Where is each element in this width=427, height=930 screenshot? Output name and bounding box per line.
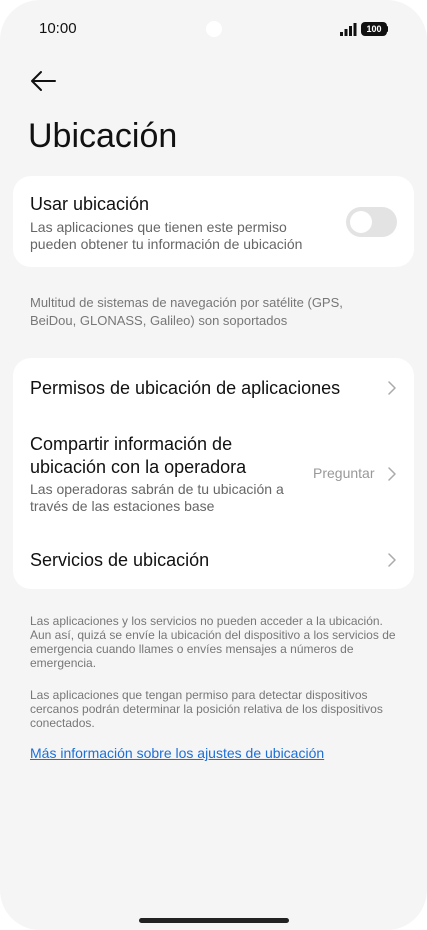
carrier-sharing-value: Preguntar <box>313 465 375 481</box>
location-services-label: Servicios de ubicación <box>30 550 210 570</box>
use-location-title: Usar ubicación <box>30 194 150 214</box>
camera-cutout <box>206 21 222 37</box>
carrier-sharing-sub-line2: través de las estaciones base <box>30 498 215 514</box>
gnss-note-line1: Multitud de sistemas de navegación por s… <box>30 295 343 310</box>
use-location-subtitle-line1: Las aplicaciones que tienen este permiso <box>30 219 287 235</box>
carrier-location-sharing-row[interactable]: Compartir información de ubicación con l… <box>13 420 414 530</box>
page-title: Ubicación <box>28 117 178 155</box>
chevron-right-icon <box>388 467 396 481</box>
battery-tip <box>386 26 388 32</box>
use-location-subtitle-line2: pueden obtener tu información de ubicaci… <box>30 236 303 252</box>
status-bar: 10:00 100 <box>0 0 427 60</box>
home-indicator[interactable] <box>139 918 289 923</box>
location-services-row[interactable]: Servicios de ubicación <box>13 530 414 589</box>
app-location-permissions-label: Permisos de ubicación de aplicaciones <box>30 378 341 398</box>
use-location-toggle[interactable] <box>346 207 397 237</box>
location-settings-card: Permisos de ubicación de aplicaciones Co… <box>13 358 414 589</box>
app-location-permissions-row[interactable]: Permisos de ubicación de aplicaciones <box>13 358 414 420</box>
nearby-devices-note: Las aplicaciones que tengan permiso para… <box>30 688 383 730</box>
carrier-sharing-label-line1: Compartir información de <box>30 434 233 454</box>
phone-screen: 10:00 100 Ubicación Usar ubicación Las a… <box>0 0 427 930</box>
carrier-sharing-label-line2: ubicación con la operadora <box>30 457 247 477</box>
use-location-card[interactable]: Usar ubicación Las aplicaciones que tien… <box>13 176 414 267</box>
learn-more-link[interactable]: Más información sobre los ajustes de ubi… <box>30 745 324 761</box>
battery-icon: 100 <box>361 22 387 36</box>
chevron-right-icon <box>388 553 396 567</box>
carrier-sharing-sub-line1: Las operadoras sabrán de tu ubicación a <box>30 481 284 497</box>
signal-icon <box>340 23 357 36</box>
gnss-note-line2: BeiDou, GLONASS, Galileo) son soportados <box>30 313 288 328</box>
chevron-right-icon <box>388 381 396 395</box>
back-arrow-icon[interactable] <box>28 66 58 96</box>
emergency-note: Las aplicaciones y los servicios no pued… <box>30 614 396 670</box>
status-time: 10:00 <box>39 20 77 37</box>
toggle-knob <box>350 211 372 233</box>
